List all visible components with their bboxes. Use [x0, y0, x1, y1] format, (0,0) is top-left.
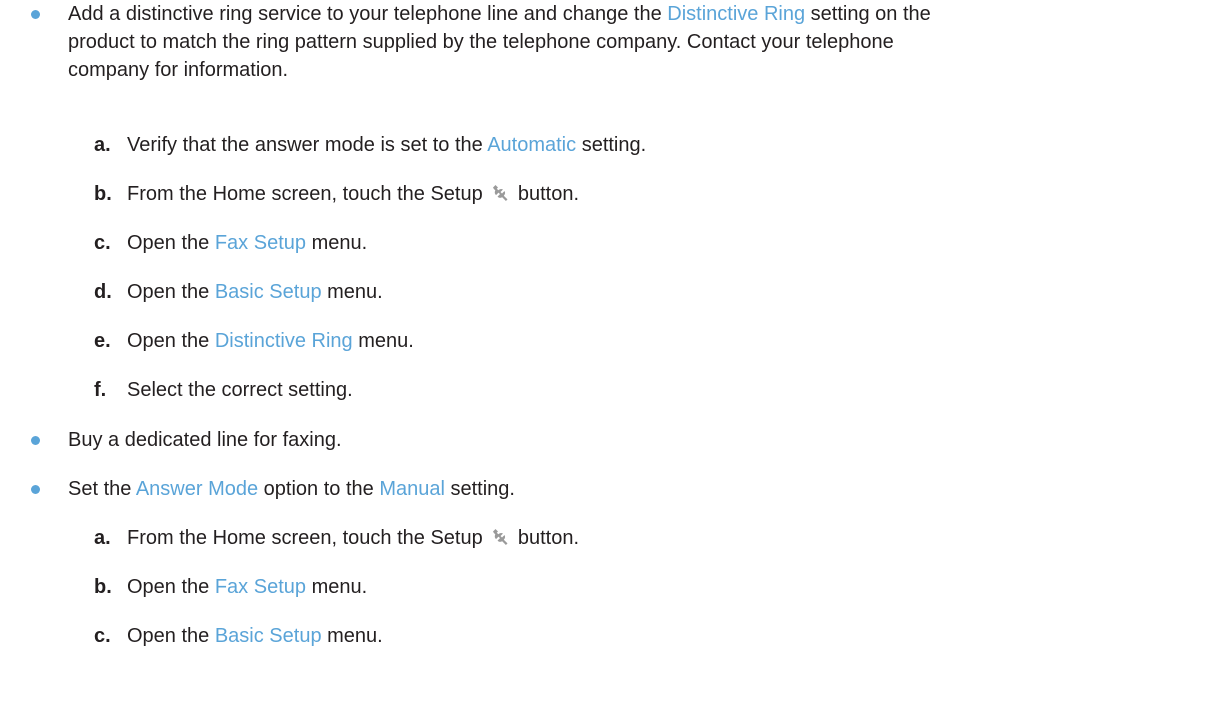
step-item: b. Open the Fax Setup menu.: [0, 573, 1222, 601]
step-text: Open the Basic Setup menu.: [127, 625, 383, 647]
bullet-line: Add a distinctive ring service to your t…: [68, 3, 931, 25]
step-letter: c.: [94, 232, 111, 254]
fax-setup-link: Fax Setup: [214, 232, 307, 254]
step-text: Open the Distinctive Ring menu.: [127, 330, 414, 352]
bullet-line: product to match the ring pattern suppli…: [68, 31, 894, 53]
wrench-icon: [493, 185, 508, 201]
answer-mode-link: Answer Mode: [135, 478, 259, 500]
bullet-text: Set the Answer Mode option to the Manual…: [68, 478, 515, 500]
automatic-link: Automatic: [487, 134, 577, 156]
step-text: Verify that the answer mode is set to th…: [127, 134, 647, 156]
bullet-text: Add a distinctive ring service to your t…: [68, 0, 1208, 84]
step-item: d. Open the Basic Setup menu.: [0, 278, 1222, 306]
manual-link: Manual: [379, 478, 445, 500]
step-text: Open the Fax Setup menu.: [127, 576, 368, 598]
step-item: c. Open the Basic Setup menu.: [0, 622, 1222, 650]
step-letter: b.: [94, 183, 112, 205]
bullet-dot: [31, 436, 40, 445]
step-letter: d.: [94, 281, 112, 303]
step-letter: f.: [94, 379, 107, 401]
step-letter: c.: [94, 625, 111, 647]
basic-setup-link: Basic Setup: [214, 625, 322, 647]
step-item: c. Open the Fax Setup menu.: [0, 229, 1222, 257]
step-item: b. From the Home screen, touch the Setup…: [0, 180, 1222, 208]
step-text: Open the Fax Setup menu.: [127, 232, 368, 254]
basic-setup-link: Basic Setup: [214, 281, 322, 303]
bullet-text: Buy a dedicated line for faxing.: [68, 429, 342, 451]
bullet-dot: [31, 485, 40, 494]
bullet-dot: [31, 10, 40, 19]
step-text: From the Home screen, touch the Setup bu…: [127, 527, 580, 549]
step-letter: b.: [94, 576, 112, 598]
step-letter: a.: [94, 527, 111, 549]
step-letter: e.: [94, 330, 111, 352]
step-text: From the Home screen, touch the Setup bu…: [127, 183, 580, 205]
step-item: f. Select the correct setting.: [0, 376, 1222, 404]
step-item: a. From the Home screen, touch the Setup…: [0, 524, 1222, 552]
wrench-icon: [493, 529, 508, 545]
manual-page: Add a distinctive ring service to your t…: [0, 0, 1222, 717]
step-letter: a.: [94, 134, 111, 156]
step-text: Open the Basic Setup menu.: [127, 281, 383, 303]
distinctive-ring-link: Distinctive Ring: [667, 3, 806, 25]
bullet-line: company for information.: [68, 59, 289, 81]
step-text: Select the correct setting.: [127, 379, 353, 401]
step-item: e. Open the Distinctive Ring menu.: [0, 327, 1222, 355]
fax-setup-link: Fax Setup: [214, 576, 307, 598]
step-item: a. Verify that the answer mode is set to…: [0, 131, 1222, 159]
distinctive-ring-link: Distinctive Ring: [214, 330, 353, 352]
